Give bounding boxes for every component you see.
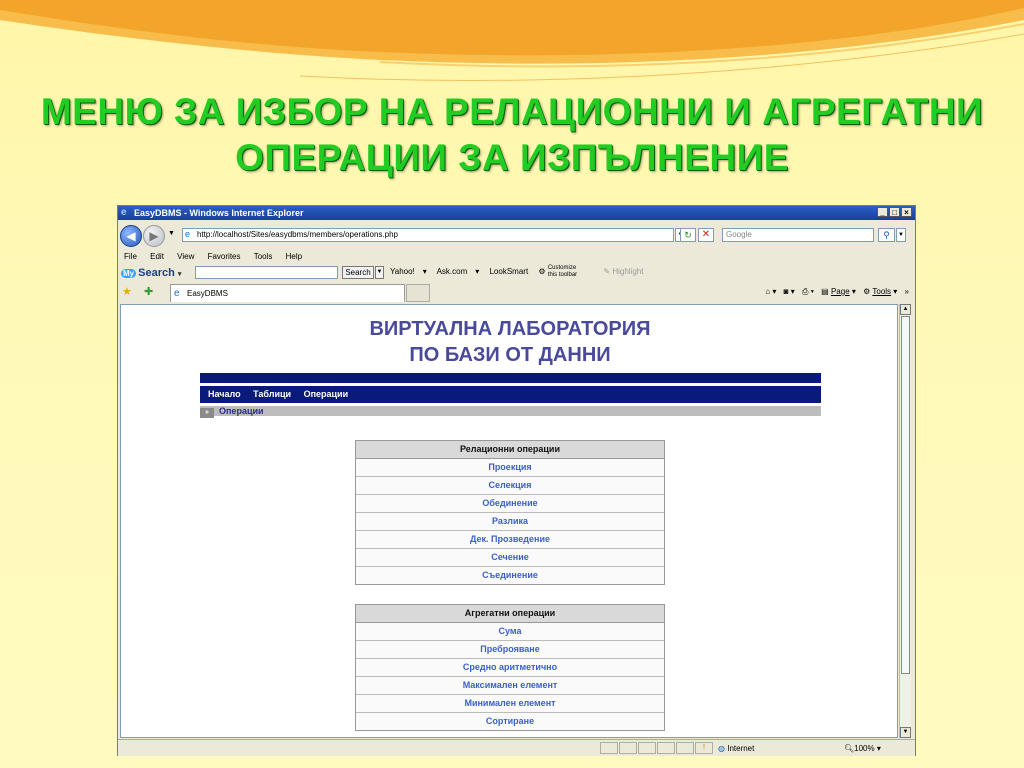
- status-bar: ! ◍ Internet 🔍︎100% ▾: [118, 739, 915, 756]
- mysearch-logo[interactable]: My Search ▾: [121, 265, 181, 283]
- scroll-thumb[interactable]: [901, 316, 910, 674]
- history-dropdown-icon[interactable]: ▼: [168, 230, 175, 237]
- customize-toolbar-button[interactable]: ⚙ Customize this toolbar: [538, 265, 593, 278]
- breadcrumb: » Операции: [200, 406, 821, 418]
- favorites-star-icon[interactable]: ★: [122, 285, 132, 298]
- tab-row: ★ ✚ e EasyDBMS ⌂ ▾ ◙ ▾ ⎙ ▾ ▤ Page ▾ ⚙ To…: [118, 282, 915, 302]
- zone-indicator: ◍ Internet: [718, 744, 755, 753]
- menu-tools[interactable]: Tools: [254, 252, 273, 261]
- op-union[interactable]: Обединение: [356, 495, 664, 513]
- title-bar: e EasyDBMS - Windows Internet Explorer _…: [118, 206, 915, 220]
- maximize-button[interactable]: □: [889, 207, 900, 217]
- op-max[interactable]: Максимален елемент: [356, 677, 664, 695]
- mysearch-button[interactable]: Search: [342, 266, 374, 279]
- search-provider-input[interactable]: Google: [722, 228, 874, 242]
- menu-view[interactable]: View: [177, 252, 194, 261]
- op-sum[interactable]: Сума: [356, 623, 664, 641]
- op-average[interactable]: Средно аритметично: [356, 659, 664, 677]
- scroll-down-icon[interactable]: ▼: [900, 727, 911, 738]
- new-tab-button[interactable]: [406, 284, 430, 302]
- slide-title-line1: МЕНЮ ЗА ИЗБОР НА РЕЛАЦИОННИ И АГРЕГАТНИ: [40, 91, 984, 132]
- mysearch-input[interactable]: [195, 266, 338, 279]
- print-icon[interactable]: ⎙ ▾: [802, 287, 814, 296]
- nav-tables[interactable]: Таблици: [253, 389, 291, 399]
- chevron-more-icon[interactable]: »: [905, 287, 909, 296]
- menu-file[interactable]: File: [124, 252, 137, 261]
- relational-operations-table: Релационни операции Проекция Селекция Об…: [355, 440, 665, 585]
- command-bar: ⌂ ▾ ◙ ▾ ⎙ ▾ ▤ Page ▾ ⚙ Tools ▾ »: [760, 285, 909, 299]
- op-intersection[interactable]: Сечение: [356, 549, 664, 567]
- address-bar-row: ◀ ▶ ▼ e http://localhost/Sites/easydbms/…: [118, 222, 915, 250]
- page-icon: e: [185, 229, 191, 239]
- mysearch-dropdown-icon[interactable]: ▼: [375, 266, 384, 279]
- add-favorites-icon[interactable]: ✚: [144, 285, 153, 298]
- globe-icon: ◍: [718, 744, 725, 753]
- zoom-icon: 🔍︎: [844, 744, 855, 753]
- menu-edit[interactable]: Edit: [150, 252, 164, 261]
- close-button[interactable]: ×: [901, 207, 912, 217]
- tab-easydbms[interactable]: e EasyDBMS: [170, 284, 405, 302]
- browser-window: e EasyDBMS - Windows Internet Explorer _…: [117, 205, 916, 756]
- window-title: EasyDBMS - Windows Internet Explorer: [134, 208, 304, 218]
- site-title-line1: ВИРТУАЛНА ЛАБОРАТОРИЯ: [369, 318, 651, 340]
- highlight-button[interactable]: ✎ Highlight: [603, 267, 651, 276]
- home-icon[interactable]: ⌂ ▾: [765, 287, 776, 296]
- page-menu-button[interactable]: ▤ Page ▾: [821, 287, 856, 296]
- page-content: ВИРТУАЛНА ЛАБОРАТОРИЯ ПО БАЗИ ОТ ДАННИ Н…: [120, 304, 898, 738]
- tools-menu-button[interactable]: ⚙ Tools ▾: [863, 287, 897, 296]
- vertical-scrollbar[interactable]: ▲ ▼: [899, 304, 911, 738]
- forward-button[interactable]: ▶: [143, 225, 165, 247]
- site-title-line2: ПО БАЗИ ОТ ДАННИ: [409, 344, 611, 366]
- security-icon: !: [695, 742, 713, 754]
- op-join[interactable]: Съединение: [356, 567, 664, 584]
- table-header: Релационни операции: [356, 441, 664, 459]
- search-icon[interactable]: ⚲: [878, 228, 895, 242]
- op-projection[interactable]: Проекция: [356, 459, 664, 477]
- scroll-up-icon[interactable]: ▲: [900, 304, 911, 315]
- op-count[interactable]: Преброяване: [356, 641, 664, 659]
- site-nav: Начало Таблици Операции: [200, 386, 821, 403]
- double-arrow-icon: »: [200, 408, 214, 418]
- op-min[interactable]: Минимален елемент: [356, 695, 664, 713]
- aggregate-operations-table: Агрегатни операции Сума Преброяване Сред…: [355, 604, 665, 731]
- minimize-button[interactable]: _: [877, 207, 888, 217]
- mysearch-toolbar: My Search ▾ Search ▼ Yahoo! ▾ Ask.com ▾ Loo…: [118, 264, 915, 280]
- slide-title-line2: ОПЕРАЦИИ ЗА ИЗПЪЛНЕНИЕ: [235, 137, 789, 178]
- op-selection[interactable]: Селекция: [356, 477, 664, 495]
- nav-operations[interactable]: Операции: [304, 389, 349, 399]
- looksmart-link[interactable]: LookSmart: [489, 267, 528, 276]
- feeds-icon[interactable]: ◙ ▾: [784, 287, 795, 296]
- back-button[interactable]: ◀: [120, 225, 142, 247]
- menu-bar: File Edit View Favorites Tools Help: [118, 250, 915, 264]
- stop-icon[interactable]: ✕: [698, 228, 714, 242]
- table-header: Агрегатни операции: [356, 605, 664, 623]
- ie-logo-icon: e: [121, 207, 127, 218]
- address-input[interactable]: e http://localhost/Sites/easydbms/member…: [182, 228, 674, 242]
- op-sort[interactable]: Сортиране: [356, 713, 664, 730]
- yahoo-link[interactable]: Yahoo!: [390, 267, 415, 276]
- op-cartesian-product[interactable]: Дек. Прозведение: [356, 531, 664, 549]
- search-options-dropdown-icon[interactable]: ▼: [896, 228, 906, 242]
- ie-page-icon: e: [174, 288, 180, 299]
- op-difference[interactable]: Разлика: [356, 513, 664, 531]
- header-band: [200, 373, 821, 383]
- refresh-icon[interactable]: ↻: [680, 228, 696, 242]
- nav-home[interactable]: Начало: [208, 389, 241, 399]
- zoom-control[interactable]: 🔍︎100% ▾: [844, 741, 881, 756]
- askcom-link[interactable]: Ask.com: [437, 267, 468, 276]
- menu-help[interactable]: Help: [286, 252, 302, 261]
- breadcrumb-current: Операции: [219, 406, 264, 416]
- menu-favorites[interactable]: Favorites: [208, 252, 241, 261]
